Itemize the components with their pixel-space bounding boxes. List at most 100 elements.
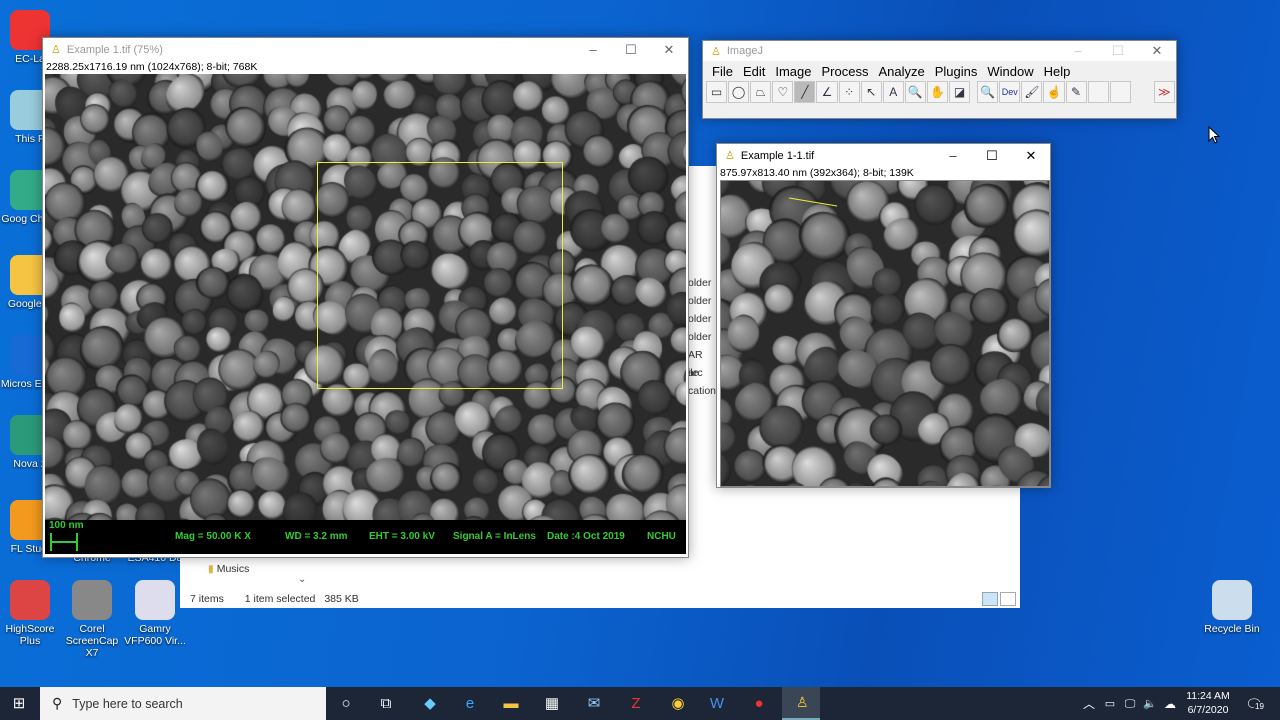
onedrive-icon[interactable]: ☁ <box>1159 693 1181 715</box>
menu-plugins[interactable]: Plugins <box>930 64 983 79</box>
app-icon[interactable]: ◆ <box>419 693 441 715</box>
close-button[interactable]: ✕ <box>1137 41 1177 61</box>
nav-item[interactable]: older <box>688 310 718 328</box>
imagej-icon: ♙ <box>725 150 735 162</box>
maximize-button[interactable]: ☐ <box>972 144 1012 167</box>
desktop-icon[interactable]: Corel ScreenCap X7 <box>59 580 125 659</box>
imagej-icon: ♙ <box>51 44 61 56</box>
nav-item[interactable]: older <box>688 274 718 292</box>
scroll-down-icon[interactable]: ⌄ <box>298 574 306 585</box>
show-hidden-icons[interactable]: ︿ <box>1078 693 1100 715</box>
time: 11:24 AM <box>1186 690 1230 702</box>
wand-tool-icon[interactable]: ↖ <box>860 81 882 103</box>
eht-label: EHT = 3.00 kV <box>369 531 435 542</box>
nav-item[interactable]: older <box>688 292 718 310</box>
more-tools-icon[interactable]: ≫ <box>1153 81 1175 103</box>
app-icon <box>72 580 112 620</box>
polygon-tool-icon[interactable]: ⏢ <box>750 81 772 103</box>
minimize-button[interactable]: – <box>1058 41 1098 61</box>
network-icon[interactable]: 🖵 <box>1119 693 1141 715</box>
wd-label: WD = 3.2 mm <box>285 531 348 542</box>
close-button[interactable]: ✕ <box>1011 144 1051 167</box>
desktop-icon[interactable]: Gamry VFP600 Vir... <box>122 580 188 647</box>
large-icons-view-icon[interactable] <box>1000 592 1016 606</box>
desktop-icon-label: Gamry VFP600 Vir... <box>124 623 186 647</box>
rectangle-tool-icon[interactable]: ▭ <box>706 81 728 103</box>
start-button[interactable]: ⊞ <box>8 693 30 715</box>
menu-process[interactable]: Process <box>817 64 874 79</box>
screencap-icon[interactable]: ● <box>748 693 770 715</box>
battery-icon[interactable]: ▭ <box>1099 693 1121 715</box>
flood-fill-tool-icon[interactable]: ☝ <box>1043 81 1065 103</box>
clock[interactable]: 11:24 AM 6/7/2020 <box>1180 689 1236 717</box>
menu-bar: File Edit Image Process Analyze Plugins Window… <box>703 61 1176 81</box>
toolbar: ▭ ◯ ⏢ ♡ ╱ ∠ ⁘ ↖ A 🔍 ✋ ◪ 🔍 Dev 🖌 ☝ ✎ ≫ <box>703 81 1176 105</box>
angle-tool-icon[interactable]: ∠ <box>816 81 838 103</box>
menu-window[interactable]: Window <box>982 64 1038 79</box>
nav-item-musics[interactable]: ▮ Musics <box>208 560 249 578</box>
file-explorer-icon[interactable]: ▬ <box>500 693 522 715</box>
empty-1-icon[interactable] <box>1087 81 1109 103</box>
date-label: Date :4 Oct 2019 <box>547 531 625 542</box>
mag-label: Mag = 50.00 K X <box>175 531 251 542</box>
edge-icon[interactable]: e <box>459 693 481 715</box>
text-tool-icon[interactable]: A <box>882 81 904 103</box>
line-tool-icon[interactable]: ╱ <box>794 81 816 103</box>
scale-label: 100 nm <box>49 520 84 531</box>
close-button[interactable]: ✕ <box>649 38 689 61</box>
imagej-main-window: ♙ ImageJ – ☐ ✕ File Edit Image Process Analyz… <box>702 40 1177 119</box>
zoom-tool-icon[interactable]: 🔍 <box>977 81 999 103</box>
date: 6/7/2020 <box>1187 704 1229 716</box>
word-icon[interactable]: W <box>706 693 728 715</box>
app-icon <box>10 580 50 620</box>
multipoint-tool-icon[interactable]: ⁘ <box>838 81 860 103</box>
org-label: NCHU <box>647 531 676 542</box>
mail-icon[interactable]: ✉ <box>583 693 605 715</box>
nav-item[interactable]: older <box>688 328 718 346</box>
cortana-icon[interactable]: ○ <box>335 693 357 715</box>
notifications-icon[interactable]: 🗨19 <box>1243 693 1265 715</box>
image-info: 2288.25x1716.19 nm (1024x768); 8-bit; 76… <box>46 61 258 73</box>
freehand-tool-icon[interactable]: ♡ <box>772 81 794 103</box>
imagej-taskbar-icon[interactable]: ♙ <box>782 687 820 720</box>
empty-2-icon[interactable] <box>1109 81 1131 103</box>
menu-image[interactable]: Image <box>770 64 816 79</box>
task-view-icon[interactable]: ⧉ <box>375 693 397 715</box>
nav-item[interactable]: AR arc <box>688 346 718 379</box>
scale-bar <box>50 533 78 551</box>
minimize-button[interactable]: – <box>573 38 613 61</box>
desktop-icon[interactable]: HighScore Plus <box>0 580 63 647</box>
line-selection[interactable] <box>787 194 847 214</box>
magnifier-tool-icon[interactable]: 🔍 <box>904 81 926 103</box>
roi-rectangle[interactable] <box>317 162 563 389</box>
menu-edit[interactable]: Edit <box>738 64 770 79</box>
desktop-icon[interactable]: Recycle Bin <box>1199 580 1265 635</box>
desktop-icon-label: HighScore Plus <box>5 623 55 647</box>
details-view-icon[interactable] <box>982 592 998 606</box>
menu-file[interactable]: File <box>707 64 738 79</box>
nav-item[interactable]: ile <box>688 364 718 382</box>
minimize-button[interactable]: – <box>933 144 973 167</box>
selection-status: 1 item selected <box>244 593 316 605</box>
maximize-button[interactable]: ☐ <box>1098 41 1138 61</box>
volume-icon[interactable]: 🔈 <box>1139 693 1161 715</box>
nav-item[interactable]: cation <box>688 382 718 400</box>
sem-image-crop[interactable] <box>720 180 1050 487</box>
item-count: 7 items <box>190 593 224 605</box>
hand-tool-icon[interactable]: ✋ <box>926 81 949 103</box>
chrome-icon[interactable]: ◉ <box>667 693 689 715</box>
oval-tool-icon[interactable]: ◯ <box>728 81 750 103</box>
color-picker-tool-icon[interactable]: ◪ <box>949 81 971 103</box>
brush-tool-icon[interactable]: 🖌 <box>1021 81 1043 103</box>
maximize-button[interactable]: ☐ <box>611 38 651 61</box>
taskbar: ⊞ ⚲ Type here to search ○ ⧉ ◆ e ▬ ▦ ✉ Z … <box>0 687 1280 720</box>
image-info: 875.97x813.40 nm (392x364); 8-bit; 139K <box>720 167 914 179</box>
dev-tool-icon[interactable]: Dev <box>999 81 1021 103</box>
filezilla-icon[interactable]: Z <box>625 693 647 715</box>
pencil-tool-icon[interactable]: ✎ <box>1065 81 1087 103</box>
menu-help[interactable]: Help <box>1039 64 1076 79</box>
search-box[interactable]: ⚲ Type here to search <box>40 687 326 720</box>
menu-analyze[interactable]: Analyze <box>873 64 929 79</box>
store-icon[interactable]: ▦ <box>541 693 563 715</box>
window-title: ImageJ <box>726 45 763 57</box>
